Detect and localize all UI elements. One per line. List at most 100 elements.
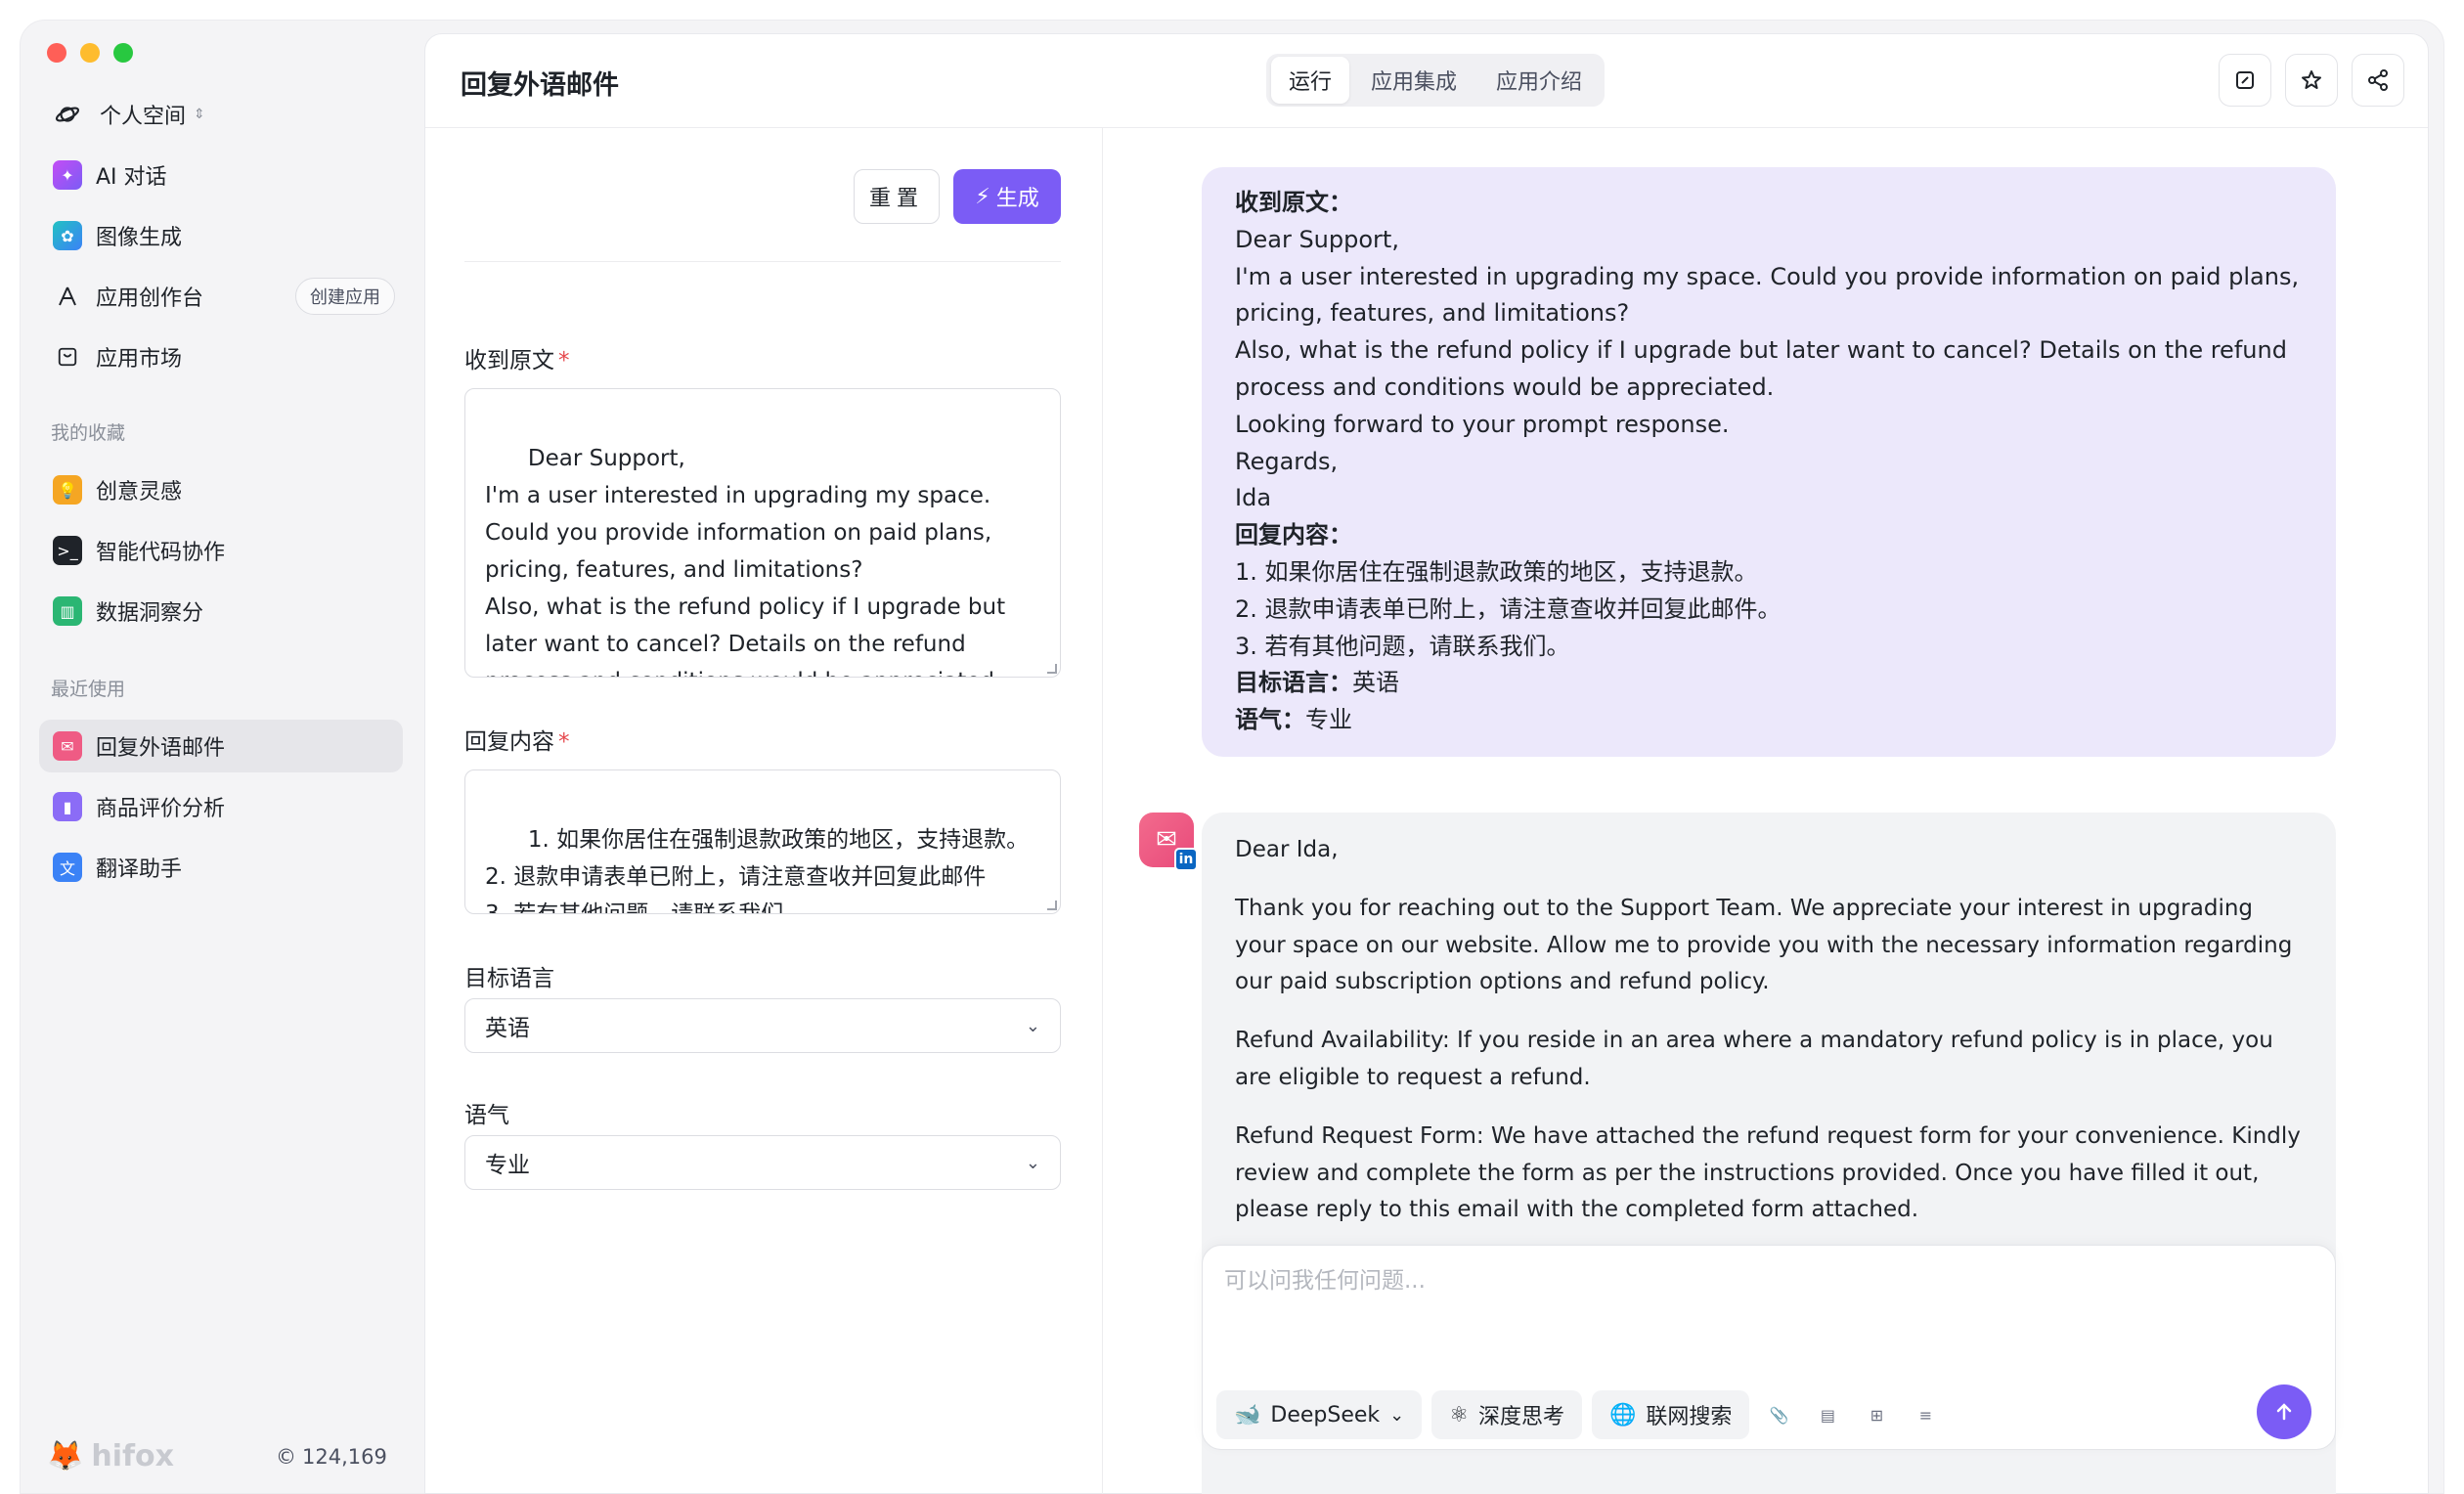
terminal-icon: >_	[53, 536, 82, 565]
image-gen-icon: ✿	[53, 221, 82, 250]
atom-icon: ⚛	[1449, 1402, 1469, 1428]
chat-panel: 收到原文： Dear Support, I'm a user interested …	[1104, 128, 2428, 1494]
reply-label: 回复内容 *	[464, 723, 570, 756]
page-title: 回复外语邮件	[461, 70, 619, 101]
original-text: Dear Support, I'm a user interested in u…	[485, 446, 1023, 677]
chevron-down-icon: ⌄	[1025, 1152, 1040, 1173]
recent-review-analysis[interactable]: ▮ 商品评价分析	[39, 780, 403, 833]
user-message-line: 回复内容：	[1235, 521, 1352, 549]
label-text: 回复内容	[464, 729, 554, 755]
reset-button[interactable]: 重置	[854, 169, 940, 224]
attach-button[interactable]: 📎	[1759, 1395, 1798, 1434]
reply-textarea[interactable]: 1. 如果你居住在强制退款政策的地区，支持退款。 2. 退款申请表单已附上，请注…	[464, 769, 1061, 914]
nav-image-gen[interactable]: ✿ 图像生成	[39, 209, 403, 262]
globe-icon: 🌐	[1609, 1402, 1637, 1428]
resize-handle[interactable]	[1047, 664, 1057, 674]
reply-text: 1. 如果你居住在强制退款政策的地区，支持退款。 2. 退款申请表单已附上，请注…	[485, 827, 1030, 914]
lightbulb-icon: 💡	[53, 475, 82, 505]
user-message-line: I'm a user interested in upgrading my sp…	[1235, 262, 2300, 328]
nav-label: 回复外语邮件	[96, 736, 226, 761]
original-textarea[interactable]: Dear Support, I'm a user interested in u…	[464, 388, 1061, 678]
coin-icon: ©	[276, 1445, 296, 1469]
fav-creative[interactable]: 💡 创意灵感	[39, 463, 403, 516]
chat-composer: 可以问我任何问题... 🐋 DeepSeek ⌄ ⚛ 深度思考 🌐 联网搜索 📎…	[1202, 1245, 2336, 1450]
language-value: 英语	[485, 1016, 530, 1041]
nav-label: 数据洞察分	[96, 601, 204, 626]
line-value: 英语	[1352, 669, 1399, 697]
generate-button[interactable]: ⚡ 生成	[953, 169, 1061, 224]
user-message-line: 1. 如果你居住在强制退款政策的地区，支持退款。	[1235, 557, 1758, 586]
knowledge-button[interactable]: ▤	[1808, 1395, 1847, 1434]
magic-icon: ⚡	[975, 184, 990, 209]
required-mark: *	[558, 729, 570, 755]
resize-handle[interactable]	[1047, 901, 1057, 910]
recent-mail-reply[interactable]: ✉ 回复外语邮件	[39, 720, 403, 772]
planet-icon	[53, 100, 82, 129]
tone-label: 语气	[464, 1103, 509, 1128]
switch-icon: ⇕	[194, 107, 205, 122]
original-label: 收到原文 *	[464, 341, 570, 374]
user-message: 收到原文： Dear Support, I'm a user interested …	[1202, 167, 2336, 757]
paperclip-icon: 📎	[1769, 1405, 1789, 1425]
tab-intro[interactable]: 应用介绍	[1478, 57, 1600, 104]
user-message-line: 收到原文：	[1235, 189, 1352, 216]
input-form: 重置 ⚡ 生成 收到原文 * Dear Support, I'm a user i…	[425, 128, 1103, 1494]
market-icon	[53, 342, 82, 372]
grid-icon: ⊞	[1870, 1405, 1884, 1425]
send-button[interactable]	[2257, 1384, 2311, 1439]
plugins-button[interactable]: ⊞	[1857, 1395, 1896, 1434]
workspace-label: 个人空间	[100, 105, 187, 129]
fav-data[interactable]: ▥ 数据洞察分	[39, 585, 403, 637]
chevron-down-icon: ⌄	[1025, 1015, 1040, 1036]
model-selector[interactable]: 🐋 DeepSeek ⌄	[1216, 1390, 1423, 1439]
fav-code[interactable]: >_ 智能代码协作	[39, 524, 403, 577]
close-window-button[interactable]	[47, 43, 66, 63]
credits-value: 124,169	[302, 1445, 387, 1469]
nav-label: 图像生成	[96, 226, 183, 250]
user-message-line: Ida	[1235, 484, 1272, 512]
nav-label: 应用创作台	[96, 286, 204, 311]
tab-integration[interactable]: 应用集成	[1353, 57, 1474, 104]
linkedin-icon: in	[1174, 848, 1198, 871]
favorite-button[interactable]	[2285, 54, 2338, 107]
mail-icon: ✉	[53, 731, 82, 761]
nav-label: 智能代码协作	[96, 541, 226, 565]
fox-icon: 🦊	[47, 1439, 84, 1473]
settings-button[interactable]: ≡	[1906, 1395, 1945, 1434]
tone-select[interactable]: 专业 ⌄	[464, 1135, 1061, 1190]
deep-think-label: 深度思考	[1478, 1405, 1565, 1429]
user-message-line: Dear Support,	[1235, 225, 1399, 253]
generate-label: 生成	[995, 187, 1039, 211]
user-message-line: 3. 若有其他问题，请联系我们。	[1235, 632, 1570, 660]
header-actions	[2219, 54, 2404, 107]
nav-ai-chat[interactable]: ✦ AI 对话	[39, 149, 403, 201]
line-value: 专业	[1305, 706, 1352, 734]
studio-icon	[53, 282, 82, 311]
label-text: 收到原文	[464, 348, 554, 374]
create-app-button[interactable]: 创建应用	[295, 278, 395, 315]
edit-button[interactable]	[2219, 54, 2271, 107]
share-button[interactable]	[2352, 54, 2404, 107]
user-message-line: Looking forward to your prompt response.	[1235, 410, 1730, 438]
tab-run[interactable]: 运行	[1271, 57, 1350, 104]
nav-studio[interactable]: 应用创作台 创建应用	[39, 270, 403, 323]
nav-label: 商品评价分析	[96, 797, 226, 821]
tone-value: 专业	[485, 1153, 530, 1178]
workspace-switcher[interactable]: 个人空间 ⇕	[39, 88, 403, 141]
bar-chart-icon: ▮	[53, 792, 82, 821]
divider	[464, 261, 1061, 262]
deep-think-toggle[interactable]: ⚛ 深度思考	[1431, 1390, 1583, 1439]
minimize-window-button[interactable]	[80, 43, 100, 63]
book-icon: ▤	[1820, 1405, 1835, 1425]
web-search-toggle[interactable]: 🌐 联网搜索	[1592, 1390, 1750, 1439]
assistant-paragraph: Refund Request Form: We have attached th…	[1235, 1122, 2301, 1223]
language-select[interactable]: 英语 ⌄	[464, 998, 1061, 1053]
nav-market[interactable]: 应用市场	[39, 330, 403, 383]
recent-translate[interactable]: 文 翻译助手	[39, 841, 403, 894]
app-avatar: ✉ in	[1139, 813, 1198, 871]
chat-input[interactable]: 可以问我任何问题...	[1224, 1261, 1426, 1295]
composer-toolbar: 🐋 DeepSeek ⌄ ⚛ 深度思考 🌐 联网搜索 📎 ▤ ⊞ ≡	[1216, 1390, 1945, 1439]
maximize-window-button[interactable]	[113, 43, 133, 63]
header: 回复外语邮件 运行 应用集成 应用介绍	[425, 34, 2428, 128]
main-panel: 回复外语邮件 运行 应用集成 应用介绍 重置 ⚡ 生成 收到原文 * Dear …	[424, 33, 2429, 1494]
